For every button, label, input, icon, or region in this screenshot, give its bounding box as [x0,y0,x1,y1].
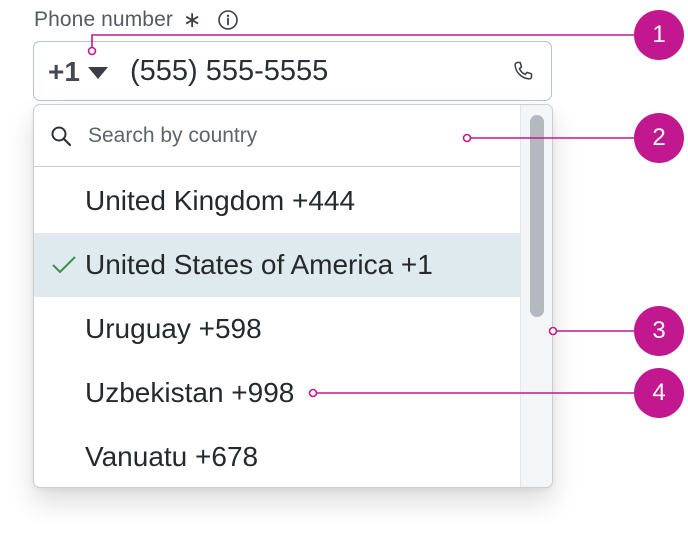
country-option-label: United Kingdom +444 [85,185,356,216]
callout-badge-1: 1 [634,10,684,60]
country-option-uzbekistan[interactable]: Uzbekistan +998 [34,361,520,425]
search-icon [51,126,72,147]
field-label: Phone number [34,8,173,31]
country-option-uruguay[interactable]: Uruguay +598 [34,297,520,361]
country-option-united-states[interactable]: United States of America +1 [34,233,520,297]
field-label-row: Phone number ∗ [34,6,239,34]
country-option-united-kingdom[interactable]: United Kingdom +444 [34,169,520,233]
country-option-label: Uruguay +598 [85,313,262,344]
required-indicator: ∗ [182,7,202,32]
checkmark-icon [52,256,76,274]
country-dropdown: United Kingdom +444 United States of Ame… [33,104,553,488]
country-option-label: United States of America +1 [85,249,433,280]
phone-number-field: +1 [33,41,552,101]
scrollbar-thumb[interactable] [530,115,544,317]
caret-down-icon [87,67,108,79]
country-search-input[interactable] [88,119,488,153]
country-option-label: Vanuatu +678 [85,441,259,472]
callout-badge-4: 4 [634,368,684,418]
country-option-vanuatu[interactable]: Vanuatu +678 [34,425,520,487]
dropdown-scrollbar[interactable] [520,105,552,487]
phone-number-input[interactable] [130,48,490,94]
country-search-row [34,105,520,167]
phone-icon [514,61,533,80]
country-option-label: Uzbekistan +998 [85,377,295,408]
callout-badge-2: 2 [634,113,684,163]
info-circle-icon[interactable] [217,9,239,31]
country-code: +1 [48,56,80,87]
callout-badge-3: 3 [634,306,684,356]
country-code-selector[interactable]: +1 [48,56,108,88]
